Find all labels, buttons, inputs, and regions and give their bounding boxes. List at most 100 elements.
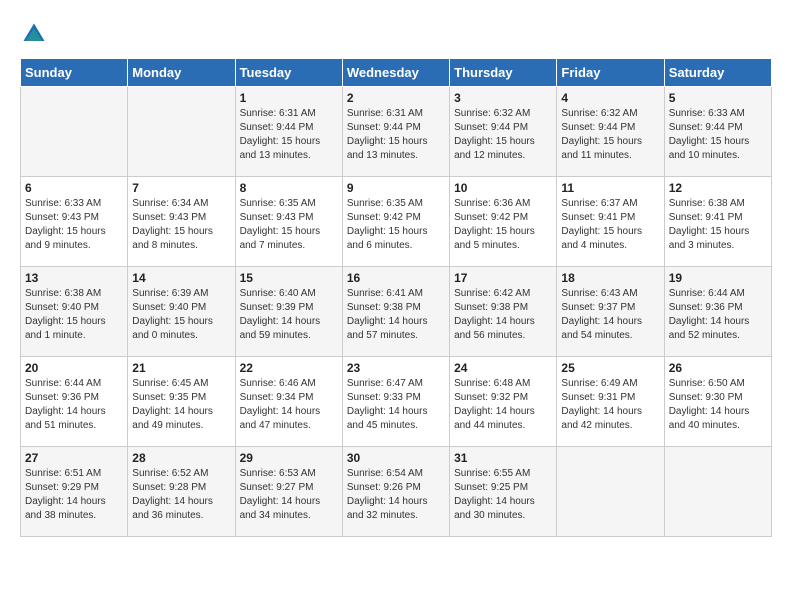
calendar-cell: 14 Sunrise: 6:39 AMSunset: 9:40 PMDayligh… (128, 267, 235, 357)
day-info: Sunrise: 6:50 AMSunset: 9:30 PMDaylight:… (669, 377, 767, 433)
calendar-cell: 9 Sunrise: 6:35 AMSunset: 9:42 PMDaylight… (342, 177, 449, 267)
day-number: 19 (669, 271, 767, 285)
weekday-header: Thursday (450, 59, 557, 87)
calendar-cell: 28 Sunrise: 6:52 AMSunset: 9:28 PMDayligh… (128, 447, 235, 537)
day-info: Sunrise: 6:38 AMSunset: 9:40 PMDaylight:… (25, 287, 123, 343)
calendar-cell: 4Sunrise: 6:32 AMSunset: 9:44 PMDaylight… (557, 87, 664, 177)
calendar-cell: 16 Sunrise: 6:41 AMSunset: 9:38 PMDayligh… (342, 267, 449, 357)
calendar-cell: 19 Sunrise: 6:44 AMSunset: 9:36 PMDayligh… (664, 267, 771, 357)
day-info: Sunrise: 6:34 AMSunset: 9:43 PMDaylight:… (132, 197, 230, 253)
day-number: 14 (132, 271, 230, 285)
day-number: 22 (240, 361, 338, 375)
day-number: 7 (132, 181, 230, 195)
calendar-cell: 24Sunrise: 6:48 AMSunset: 9:32 PMDayligh… (450, 357, 557, 447)
day-number: 12 (669, 181, 767, 195)
day-info: Sunrise: 6:42 AMSunset: 9:38 PMDaylight:… (454, 287, 552, 343)
logo (20, 20, 50, 48)
day-info: Sunrise: 6:31 AMSunset: 9:44 PMDaylight:… (240, 107, 338, 163)
day-info: Sunrise: 6:53 AMSunset: 9:27 PMDaylight:… (240, 467, 338, 523)
day-info: Sunrise: 6:52 AMSunset: 9:28 PMDaylight:… (132, 467, 230, 523)
day-number: 27 (25, 451, 123, 465)
day-info: Sunrise: 6:51 AMSunset: 9:29 PMDaylight:… (25, 467, 123, 523)
day-info: Sunrise: 6:49 AMSunset: 9:31 PMDaylight:… (561, 377, 659, 433)
calendar-cell: 15 Sunrise: 6:40 AMSunset: 9:39 PMDayligh… (235, 267, 342, 357)
calendar-header: SundayMondayTuesdayWednesdayThursdayFrid… (21, 59, 772, 87)
page-header (20, 20, 772, 48)
calendar-body: 1 Sunrise: 6:31 AMSunset: 9:44 PMDaylight… (21, 87, 772, 537)
day-number: 25 (561, 361, 659, 375)
day-number: 17 (454, 271, 552, 285)
day-info: Sunrise: 6:38 AMSunset: 9:41 PMDaylight:… (669, 197, 767, 253)
calendar-cell: 5 Sunrise: 6:33 AMSunset: 9:44 PMDaylight… (664, 87, 771, 177)
day-number: 10 (454, 181, 552, 195)
day-info: Sunrise: 6:41 AMSunset: 9:38 PMDaylight:… (347, 287, 445, 343)
day-info: Sunrise: 6:35 AMSunset: 9:42 PMDaylight:… (347, 197, 445, 253)
day-number: 18 (561, 271, 659, 285)
day-number: 3 (454, 91, 552, 105)
day-number: 6 (25, 181, 123, 195)
day-number: 4 (561, 91, 659, 105)
weekday-header: Saturday (664, 59, 771, 87)
calendar-cell: 21Sunrise: 6:45 AMSunset: 9:35 PMDayligh… (128, 357, 235, 447)
day-number: 5 (669, 91, 767, 105)
weekday-header: Monday (128, 59, 235, 87)
day-number: 29 (240, 451, 338, 465)
calendar-cell: 18 Sunrise: 6:43 AMSunset: 9:37 PMDayligh… (557, 267, 664, 357)
calendar-table: SundayMondayTuesdayWednesdayThursdayFrid… (20, 58, 772, 537)
day-info: Sunrise: 6:31 AMSunset: 9:44 PMDaylight:… (347, 107, 445, 163)
weekday-header: Wednesday (342, 59, 449, 87)
weekday-header: Sunday (21, 59, 128, 87)
calendar-cell (128, 87, 235, 177)
calendar-cell: 23 Sunrise: 6:47 AMSunset: 9:33 PMDayligh… (342, 357, 449, 447)
day-info: Sunrise: 6:39 AMSunset: 9:40 PMDaylight:… (132, 287, 230, 343)
calendar-cell: 31Sunrise: 6:55 AMSunset: 9:25 PMDayligh… (450, 447, 557, 537)
day-info: Sunrise: 6:48 AMSunset: 9:32 PMDaylight:… (454, 377, 552, 433)
calendar-cell: 22 Sunrise: 6:46 AMSunset: 9:34 PMDayligh… (235, 357, 342, 447)
calendar-week: 13Sunrise: 6:38 AMSunset: 9:40 PMDayligh… (21, 267, 772, 357)
day-info: Sunrise: 6:35 AMSunset: 9:43 PMDaylight:… (240, 197, 338, 253)
day-info: Sunrise: 6:32 AMSunset: 9:44 PMDaylight:… (454, 107, 552, 163)
calendar-cell: 2 Sunrise: 6:31 AMSunset: 9:44 PMDaylight… (342, 87, 449, 177)
day-info: Sunrise: 6:40 AMSunset: 9:39 PMDaylight:… (240, 287, 338, 343)
day-info: Sunrise: 6:37 AMSunset: 9:41 PMDaylight:… (561, 197, 659, 253)
calendar-week: 20Sunrise: 6:44 AMSunset: 9:36 PMDayligh… (21, 357, 772, 447)
weekday-header: Tuesday (235, 59, 342, 87)
calendar-cell: 13Sunrise: 6:38 AMSunset: 9:40 PMDayligh… (21, 267, 128, 357)
day-info: Sunrise: 6:44 AMSunset: 9:36 PMDaylight:… (669, 287, 767, 343)
day-info: Sunrise: 6:44 AMSunset: 9:36 PMDaylight:… (25, 377, 123, 433)
day-number: 16 (347, 271, 445, 285)
calendar-cell: 27 Sunrise: 6:51 AMSunset: 9:29 PMDayligh… (21, 447, 128, 537)
calendar-cell: 1 Sunrise: 6:31 AMSunset: 9:44 PMDaylight… (235, 87, 342, 177)
day-info: Sunrise: 6:33 AMSunset: 9:44 PMDaylight:… (669, 107, 767, 163)
calendar-cell: 12 Sunrise: 6:38 AMSunset: 9:41 PMDayligh… (664, 177, 771, 267)
day-number: 23 (347, 361, 445, 375)
day-number: 1 (240, 91, 338, 105)
day-number: 21 (132, 361, 230, 375)
day-info: Sunrise: 6:46 AMSunset: 9:34 PMDaylight:… (240, 377, 338, 433)
calendar-cell: 29 Sunrise: 6:53 AMSunset: 9:27 PMDayligh… (235, 447, 342, 537)
calendar-week: 6 Sunrise: 6:33 AMSunset: 9:43 PMDaylight… (21, 177, 772, 267)
calendar-cell: 10 Sunrise: 6:36 AMSunset: 9:42 PMDayligh… (450, 177, 557, 267)
calendar-cell: 6 Sunrise: 6:33 AMSunset: 9:43 PMDaylight… (21, 177, 128, 267)
calendar-week: 27 Sunrise: 6:51 AMSunset: 9:29 PMDayligh… (21, 447, 772, 537)
day-number: 28 (132, 451, 230, 465)
day-number: 9 (347, 181, 445, 195)
day-number: 2 (347, 91, 445, 105)
calendar-cell: 26 Sunrise: 6:50 AMSunset: 9:30 PMDayligh… (664, 357, 771, 447)
calendar-week: 1 Sunrise: 6:31 AMSunset: 9:44 PMDaylight… (21, 87, 772, 177)
calendar-cell (664, 447, 771, 537)
day-info: Sunrise: 6:36 AMSunset: 9:42 PMDaylight:… (454, 197, 552, 253)
day-info: Sunrise: 6:33 AMSunset: 9:43 PMDaylight:… (25, 197, 123, 253)
day-number: 15 (240, 271, 338, 285)
calendar-cell: 11 Sunrise: 6:37 AMSunset: 9:41 PMDayligh… (557, 177, 664, 267)
day-info: Sunrise: 6:47 AMSunset: 9:33 PMDaylight:… (347, 377, 445, 433)
day-info: Sunrise: 6:54 AMSunset: 9:26 PMDaylight:… (347, 467, 445, 523)
day-number: 26 (669, 361, 767, 375)
calendar-cell: 3 Sunrise: 6:32 AMSunset: 9:44 PMDaylight… (450, 87, 557, 177)
day-info: Sunrise: 6:43 AMSunset: 9:37 PMDaylight:… (561, 287, 659, 343)
day-number: 11 (561, 181, 659, 195)
day-number: 8 (240, 181, 338, 195)
calendar-cell: 7 Sunrise: 6:34 AMSunset: 9:43 PMDaylight… (128, 177, 235, 267)
day-info: Sunrise: 6:55 AMSunset: 9:25 PMDaylight:… (454, 467, 552, 523)
calendar-cell: 8 Sunrise: 6:35 AMSunset: 9:43 PMDaylight… (235, 177, 342, 267)
